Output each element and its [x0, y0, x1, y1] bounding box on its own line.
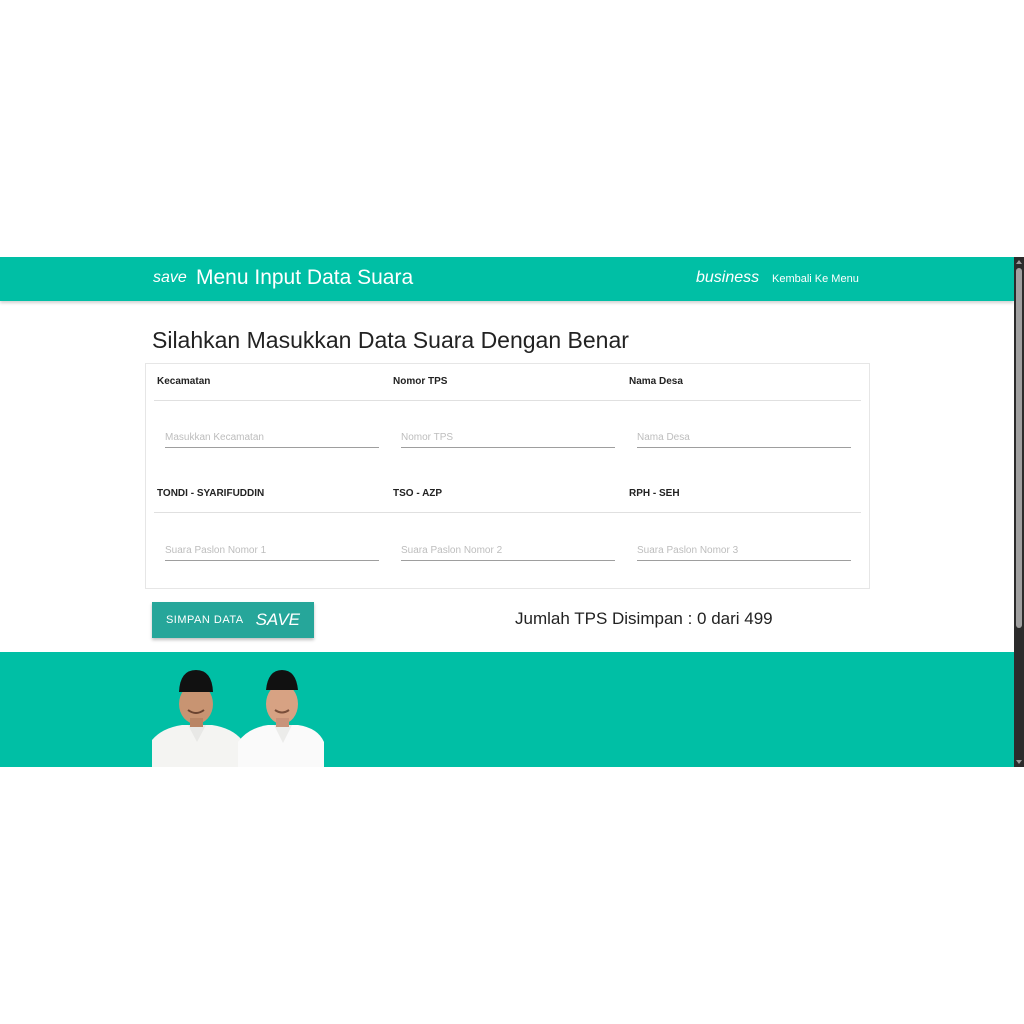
kecamatan-input[interactable] — [165, 428, 379, 448]
save-icon: save — [153, 269, 187, 286]
nama-desa-input[interactable] — [637, 428, 851, 448]
nomor-tps-label: Nomor TPS — [393, 376, 448, 387]
vote-form-card: Kecamatan Nomor TPS Nama Desa TONDI - SY… — [145, 363, 870, 589]
row-divider — [154, 400, 861, 401]
paslon-2-label: TSO - AZP — [393, 488, 443, 499]
nomor-tps-input[interactable] — [401, 428, 615, 448]
nama-desa-label: Nama Desa — [629, 376, 683, 387]
page-title: Menu Input Data Suara — [196, 266, 414, 289]
footer — [0, 652, 1014, 767]
save-button-label: SIMPAN DATA — [165, 614, 244, 626]
paslon-1-label: TONDI - SYARIFUDDIN — [157, 488, 265, 499]
back-to-menu-link[interactable]: Kembali Ke Menu — [772, 273, 859, 285]
scroll-down-icon[interactable] — [1016, 760, 1022, 764]
paslon-2-votes-input[interactable] — [401, 541, 615, 561]
candidate-photo — [152, 670, 324, 767]
browser-viewport: save Menu Input Data Suara business Kemb… — [0, 257, 1024, 767]
business-icon: business — [696, 269, 760, 286]
paslon-3-label: RPH - SEH — [629, 488, 680, 499]
scroll-up-icon[interactable] — [1016, 260, 1022, 264]
paslon-1-votes-input[interactable] — [165, 541, 379, 561]
candidate-right-figure — [238, 670, 324, 767]
kecamatan-label: Kecamatan — [157, 376, 211, 387]
save-data-button[interactable]: SIMPAN DATA SAVE — [152, 602, 314, 638]
row-divider — [154, 512, 861, 513]
navbar: save Menu Input Data Suara business Kemb… — [0, 257, 1014, 301]
scrollbar-thumb[interactable] — [1016, 268, 1022, 628]
save-icon: SAVE — [255, 610, 301, 629]
form-heading: Silahkan Masukkan Data Suara Dengan Bena… — [152, 327, 629, 353]
paslon-3-votes-input[interactable] — [637, 541, 851, 561]
vertical-scrollbar[interactable] — [1014, 257, 1024, 767]
candidate-left-figure — [152, 670, 242, 767]
tps-saved-count: Jumlah TPS Disimpan : 0 dari 499 — [515, 609, 773, 628]
